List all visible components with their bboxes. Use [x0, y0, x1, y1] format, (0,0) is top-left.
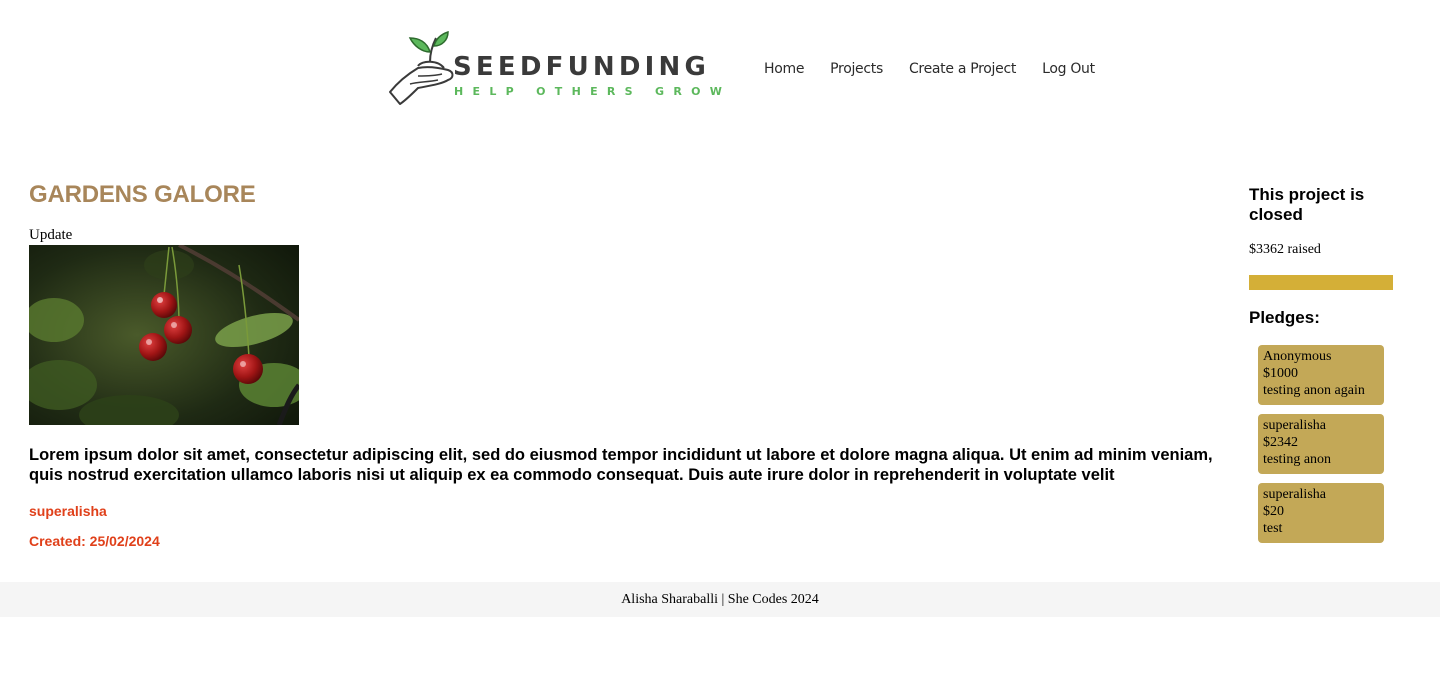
project-image — [29, 245, 299, 425]
site-header: SEEDFUNDING HELP OTHERS GROW Home Projec… — [0, 0, 1440, 140]
nav-log-out[interactable]: Log Out — [1042, 61, 1095, 77]
pledge-amount: $1000 — [1263, 366, 1298, 381]
funding-progress-bar — [1249, 275, 1393, 290]
pledge-amount: $2342 — [1263, 435, 1298, 450]
pledge-card: superalisha $2342 testing anon — [1258, 414, 1384, 474]
nav-home[interactable]: Home — [764, 61, 804, 77]
site-footer: Alisha Sharaballi | She Codes 2024 — [0, 582, 1440, 617]
footer-text: Alisha Sharaballi | She Codes 2024 — [621, 592, 819, 607]
pledge-amount: $20 — [1263, 504, 1284, 519]
project-owner: superalisha — [29, 503, 107, 519]
pledge-supporter: Anonymous — [1263, 349, 1332, 364]
hand-seedling-icon — [389, 30, 454, 105]
update-link[interactable]: Update — [29, 227, 72, 244]
project-title: GARDENS GALORE — [29, 181, 256, 208]
pledge-supporter: superalisha — [1263, 487, 1326, 502]
amount-raised: $3362 raised — [1249, 242, 1321, 257]
logo-tagline: HELP OTHERS GROW — [454, 85, 732, 98]
logo-title: SEEDFUNDING — [453, 52, 711, 82]
nav-create-project[interactable]: Create a Project — [909, 61, 1016, 77]
pledge-card: superalisha $20 test — [1258, 483, 1384, 543]
pledges-heading: Pledges: — [1249, 308, 1320, 327]
site-logo[interactable]: SEEDFUNDING HELP OTHERS GROW — [388, 30, 722, 106]
main-nav: Home Projects Create a Project Log Out — [764, 61, 1121, 77]
pledge-list: Anonymous $1000 testing anon again super… — [1258, 345, 1384, 552]
pledge-comment: testing anon — [1263, 452, 1332, 467]
pledge-card: Anonymous $1000 testing anon again — [1258, 345, 1384, 405]
pledge-comment: test — [1263, 521, 1283, 536]
funding-progress-fill — [1249, 275, 1393, 290]
project-created-date: Created: 25/02/2024 — [29, 533, 160, 549]
pledge-supporter: superalisha — [1263, 418, 1326, 433]
nav-projects[interactable]: Projects — [830, 61, 883, 77]
project-description: Lorem ipsum dolor sit amet, consectetur … — [29, 446, 1213, 484]
project-status: This project is closed — [1249, 185, 1365, 224]
pledge-comment: testing anon again — [1263, 383, 1365, 398]
